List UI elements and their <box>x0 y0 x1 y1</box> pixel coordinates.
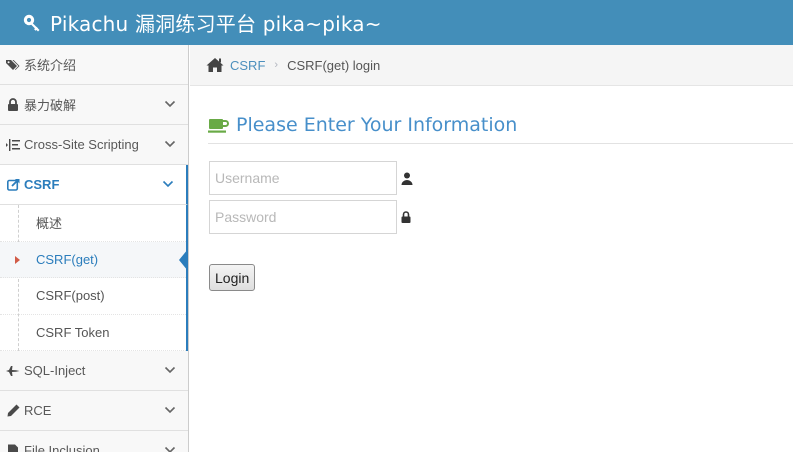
heading-divider <box>208 143 793 144</box>
breadcrumb-current: CSRF(get) login <box>287 57 381 73</box>
form-heading: Please Enter Your Information <box>208 114 517 136</box>
login-button[interactable]: Login <box>209 264 256 291</box>
pencil-icon <box>6 404 20 418</box>
chevron-down-icon <box>164 100 176 108</box>
coffee-icon <box>208 116 230 134</box>
submenu-item-label: CSRF(get) <box>36 251 99 267</box>
chevron-down-icon <box>164 446 176 452</box>
submenu-item-label: CSRF(post) <box>36 288 105 304</box>
sidebar-item-label: RCE <box>24 403 52 418</box>
sidebar-item-label: 系统介绍 <box>24 58 77 73</box>
username-row <box>209 161 413 195</box>
sidebar-item-rce[interactable]: RCE <box>0 391 188 431</box>
sidebar-item-label: File Inclusion <box>24 443 100 452</box>
indent-icon <box>6 138 20 152</box>
submenu-item-csrf-post[interactable]: CSRF(post) <box>0 278 186 315</box>
sidebar-item-sqli[interactable]: SQL-Inject <box>0 351 188 391</box>
sidebar-item-label: CSRF <box>24 177 60 192</box>
chevron-down-icon <box>164 366 176 374</box>
active-pointer-icon <box>179 248 188 271</box>
chevron-down-icon <box>164 406 176 414</box>
csrf-submenu: 概述 CSRF(get) CSRF(post) CSRF Token <box>0 205 188 351</box>
lock-icon <box>6 98 20 112</box>
sidebar-item-intro[interactable]: 系统介绍 <box>0 45 188 85</box>
user-icon <box>401 172 413 185</box>
tags-icon <box>6 58 20 72</box>
app-brand-title[interactable]: Pikachu 漏洞练习平台 pika~pika~ <box>50 8 382 37</box>
breadcrumb: CSRF › CSRF(get) login <box>190 45 793 86</box>
chevron-down-icon <box>162 180 174 188</box>
password-row <box>209 200 413 234</box>
chevron-down-icon <box>164 140 176 148</box>
form-title: Please Enter Your Information <box>236 114 518 136</box>
sidebar-item-label: 暴力破解 <box>24 98 77 113</box>
breadcrumb-separator: › <box>274 59 279 71</box>
submenu-item-label: CSRF Token <box>36 324 110 340</box>
main-content: Please Enter Your Information Login <box>190 86 793 452</box>
submenu-item-overview[interactable]: 概述 <box>0 205 186 242</box>
file-icon <box>6 444 20 452</box>
sidebar-item-csrf[interactable]: CSRF <box>0 165 188 205</box>
sidebar-item-file-inclusion[interactable]: File Inclusion <box>0 431 188 452</box>
top-navbar: Pikachu 漏洞练习平台 pika~pika~ <box>0 0 793 45</box>
sidebar: 系统介绍 暴力破解 Cross-Site Scripting CSRF 概述 C… <box>0 45 189 452</box>
fighter-jet-icon <box>6 364 20 378</box>
lock-icon <box>401 210 413 224</box>
password-input[interactable] <box>209 200 397 234</box>
share-icon <box>6 178 20 192</box>
submenu-item-csrf-get[interactable]: CSRF(get) <box>0 241 188 278</box>
wrench-icon <box>22 12 44 34</box>
submenu-item-csrf-token[interactable]: CSRF Token <box>0 315 186 351</box>
sidebar-item-label: Cross-Site Scripting <box>24 137 139 152</box>
username-input[interactable] <box>209 161 397 195</box>
sidebar-item-bruteforce[interactable]: 暴力破解 <box>0 85 188 125</box>
sidebar-item-xss[interactable]: Cross-Site Scripting <box>0 125 188 165</box>
caret-right-icon <box>15 255 20 264</box>
submenu-item-label: 概述 <box>36 216 63 232</box>
sidebar-item-label: SQL-Inject <box>24 363 86 378</box>
home-icon[interactable] <box>206 57 224 73</box>
breadcrumb-link-csrf[interactable]: CSRF <box>230 58 265 73</box>
